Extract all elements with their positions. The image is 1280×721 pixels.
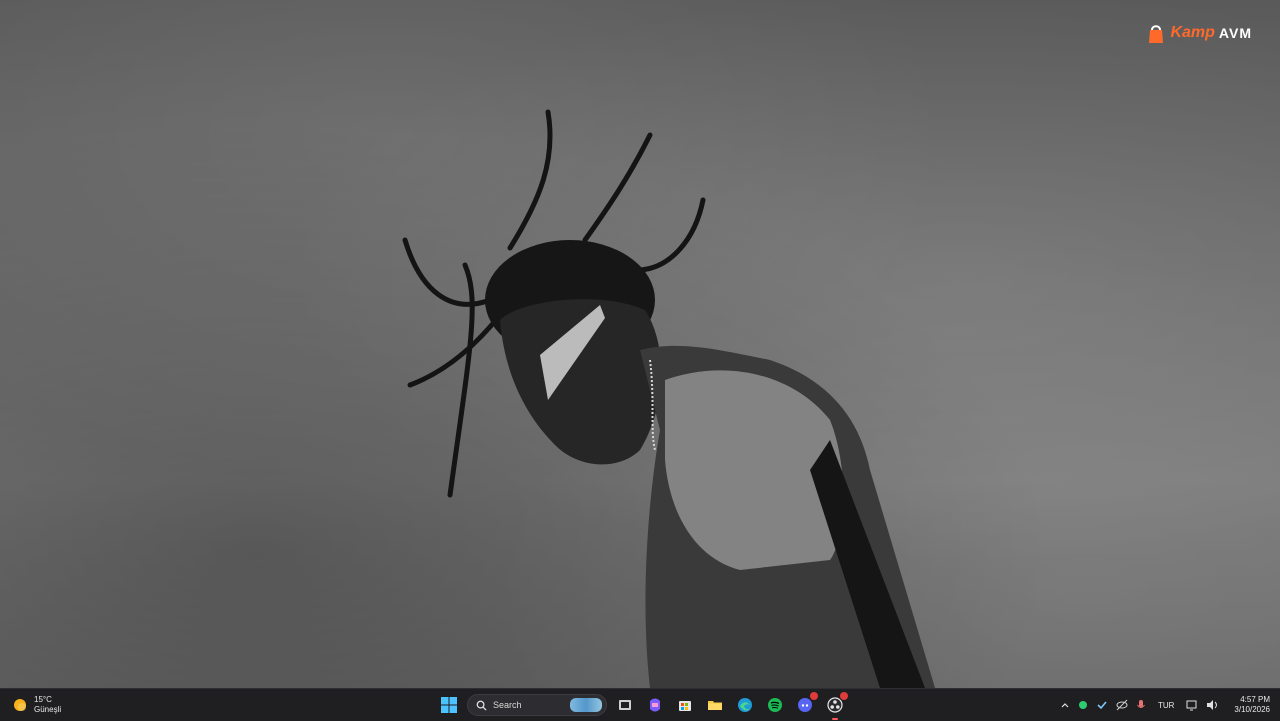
spotify-icon xyxy=(768,698,782,712)
chevron-up-icon[interactable] xyxy=(1060,700,1070,710)
taskbar-search[interactable]: Search xyxy=(467,694,607,716)
sun-icon xyxy=(14,699,26,711)
store-button[interactable] xyxy=(673,693,697,717)
input-language-indicator[interactable]: TUR xyxy=(1158,701,1174,710)
watermark-brand-text-a: Kamp xyxy=(1170,24,1215,41)
start-button[interactable] xyxy=(437,693,461,717)
discord-icon xyxy=(798,698,812,712)
system-tray: TUR 4:57 PM 3/10/2026 xyxy=(1060,689,1270,721)
obs-recording-badge xyxy=(840,692,848,700)
copilot-button[interactable] xyxy=(643,693,667,717)
clock-date: 3/10/2026 xyxy=(1234,705,1270,714)
edge-icon xyxy=(738,698,752,712)
folder-icon xyxy=(708,701,722,710)
weather-condition: Güneşli xyxy=(34,705,62,714)
taskbar: 15°C Güneşli Search TUR 4:57 PM 3/10/202… xyxy=(0,688,1280,721)
search-icon xyxy=(476,700,487,711)
spotify-button[interactable] xyxy=(763,693,787,717)
search-placeholder: Search xyxy=(493,700,522,710)
search-highlight-decoration xyxy=(570,698,602,712)
store-icon xyxy=(679,701,691,711)
obs-button[interactable] xyxy=(823,692,848,720)
volume-icon[interactable] xyxy=(1206,699,1220,711)
edge-button[interactable] xyxy=(733,693,757,717)
desktop-background[interactable]: Kamp AVM xyxy=(0,0,1280,688)
status-green-dot-icon[interactable] xyxy=(1078,700,1088,710)
watermark-brand-text-b: AVM xyxy=(1218,25,1252,41)
task-view-icon xyxy=(619,700,631,710)
microphone-icon[interactable] xyxy=(1136,699,1146,711)
clock-time: 4:57 PM xyxy=(1240,695,1270,704)
eye-off-icon[interactable] xyxy=(1116,699,1128,711)
task-view-button[interactable] xyxy=(613,693,637,717)
check-app-icon[interactable] xyxy=(1096,699,1108,711)
network-icon[interactable] xyxy=(1186,699,1198,711)
wallpaper-figure-image xyxy=(402,109,935,688)
shopping-bag-icon xyxy=(1149,25,1164,43)
file-explorer-button[interactable] xyxy=(703,693,727,717)
copilot-icon xyxy=(650,698,660,712)
weather-temperature: 15°C xyxy=(34,695,52,704)
watermark-logo: Kamp AVM xyxy=(1146,18,1252,48)
windows-start-icon xyxy=(441,697,457,713)
obs-icon xyxy=(827,697,843,713)
weather-widget[interactable]: 15°C Güneşli xyxy=(12,689,61,721)
discord-notification-badge xyxy=(810,692,818,700)
discord-button[interactable] xyxy=(793,692,818,717)
taskbar-clock[interactable]: 4:57 PM 3/10/2026 xyxy=(1234,695,1270,715)
taskbar-center: Search xyxy=(437,689,848,721)
